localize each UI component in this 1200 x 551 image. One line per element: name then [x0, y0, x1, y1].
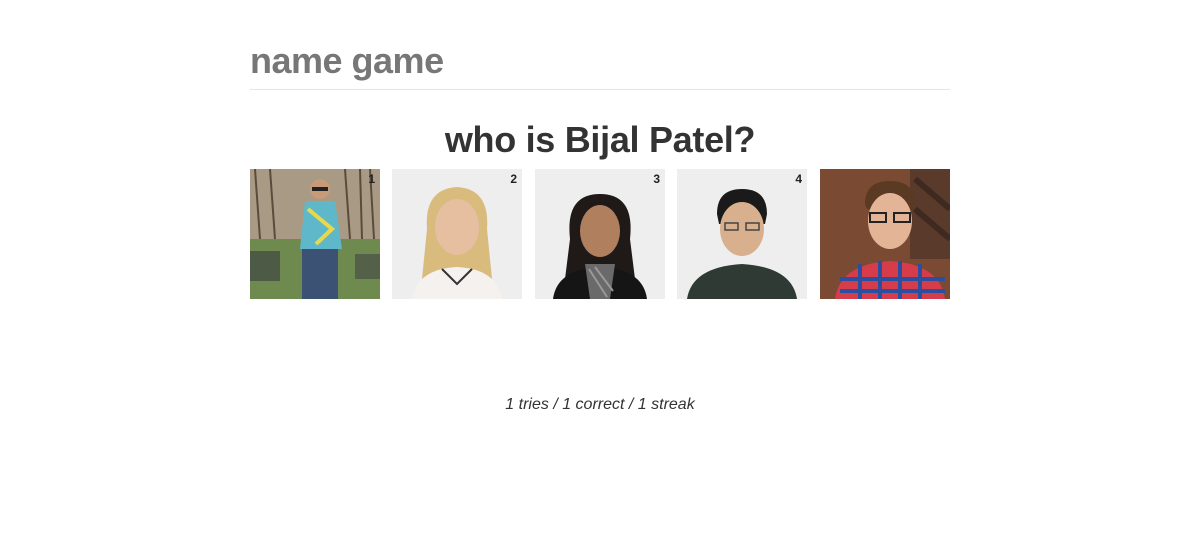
photo-option-4[interactable]: 4	[677, 169, 807, 299]
game-container: name game who is Bijal Patel? 1 2 3 4 1 …	[250, 0, 950, 413]
header-divider	[250, 89, 950, 90]
photo-number-4: 4	[795, 172, 802, 186]
question-heading: who is Bijal Patel?	[444, 119, 756, 160]
photo-option-5[interactable]	[820, 169, 950, 299]
person-photo-4	[677, 169, 807, 299]
score-text: 1 tries / 1 correct / 1 streak	[505, 396, 695, 413]
person-photo-1	[250, 169, 380, 299]
photo-option-2[interactable]: 2	[392, 169, 522, 299]
photo-number-2: 2	[510, 172, 517, 186]
photo-number-3: 3	[653, 172, 660, 186]
person-photo-3	[535, 169, 665, 299]
photo-number-1: 1	[368, 172, 375, 186]
app-title: name game	[250, 40, 444, 81]
person-photo-5	[820, 169, 950, 299]
photo-option-3[interactable]: 3	[535, 169, 665, 299]
person-photo-2	[392, 169, 522, 299]
photo-option-1[interactable]: 1	[250, 169, 380, 299]
